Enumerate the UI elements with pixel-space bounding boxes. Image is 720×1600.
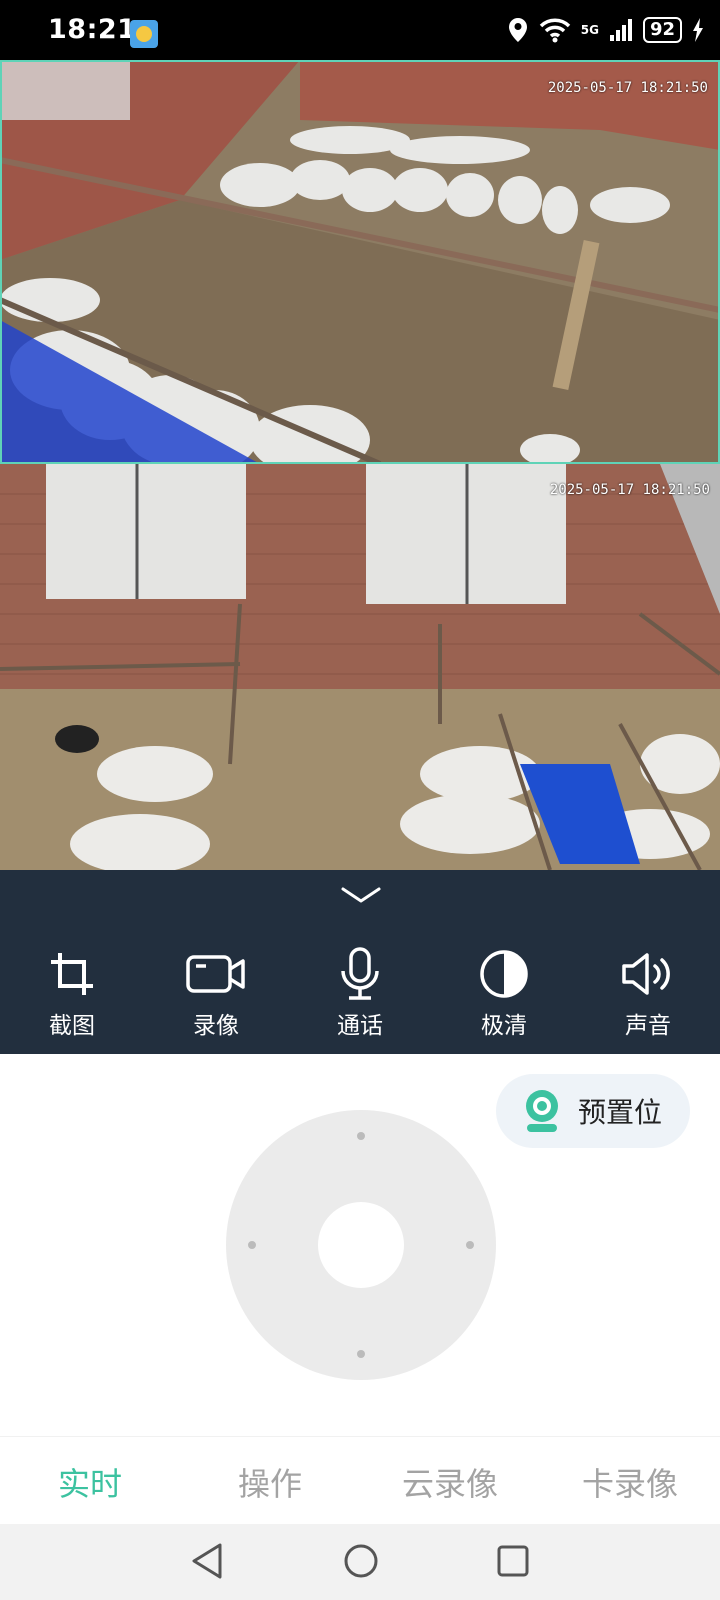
chevron-down-icon[interactable] xyxy=(340,884,382,906)
webcam-icon xyxy=(526,1090,558,1132)
camera-feed-2[interactable]: 2025-05-17 18:21:50 xyxy=(0,464,720,870)
screenshot-button[interactable]: 截图 xyxy=(27,946,117,1040)
system-nav-bar xyxy=(0,1524,720,1600)
status-icons: 5G 92 xyxy=(507,14,704,46)
signal-icon xyxy=(609,19,632,41)
record-button[interactable]: 录像 xyxy=(171,946,261,1040)
network-type: 5G xyxy=(580,23,599,37)
sound-button[interactable]: 声音 xyxy=(603,946,693,1040)
camera-2-timestamp: 2025-05-17 18:21:50 xyxy=(549,482,710,498)
wifi-icon xyxy=(539,18,570,43)
back-icon[interactable] xyxy=(190,1542,224,1580)
ptz-center[interactable] xyxy=(318,1202,404,1288)
quality-label: 极清 xyxy=(481,1013,527,1039)
bottom-tabs: 实时 操作 云录像 卡录像 xyxy=(0,1436,720,1525)
battery-level: 92 xyxy=(642,17,682,43)
record-label: 录像 xyxy=(193,1013,239,1039)
sound-label: 声音 xyxy=(625,1013,671,1039)
tab-card-recording[interactable]: 卡录像 xyxy=(540,1459,720,1505)
location-icon xyxy=(508,18,527,42)
ptz-down-dot[interactable] xyxy=(357,1350,365,1358)
recents-icon[interactable] xyxy=(496,1542,530,1580)
quality-button[interactable]: 极清 xyxy=(459,946,549,1040)
camera-feed-2-image xyxy=(0,464,720,870)
tab-cloud-recording[interactable]: 云录像 xyxy=(360,1459,540,1505)
status-time: 18:21 xyxy=(48,14,137,45)
camera-feed-1[interactable]: 2025-05-17 18:21:50 xyxy=(0,60,720,464)
camera-feed-1-image xyxy=(2,62,718,462)
preset-button[interactable]: 预置位 xyxy=(496,1074,690,1148)
microphone-icon xyxy=(341,947,379,1000)
home-icon[interactable] xyxy=(343,1542,379,1580)
camera-1-timestamp: 2025-05-17 18:21:50 xyxy=(547,80,708,96)
charging-icon xyxy=(693,18,703,42)
tab-operation[interactable]: 操作 xyxy=(180,1459,360,1505)
screenshot-label: 截图 xyxy=(49,1013,95,1039)
ptz-left-dot[interactable] xyxy=(248,1241,256,1249)
contrast-icon xyxy=(480,950,528,998)
talk-button[interactable]: 通话 xyxy=(315,946,405,1040)
preset-label: 预置位 xyxy=(578,1096,663,1129)
video-camera-icon xyxy=(186,955,245,993)
weather-icon xyxy=(130,20,158,48)
talk-label: 通话 xyxy=(337,1013,383,1039)
crop-icon xyxy=(51,953,93,995)
status-bar: 18:21 5G 92 xyxy=(0,0,720,60)
speaker-icon xyxy=(622,953,670,995)
control-bar: 截图 录像 通话 极清 声音 xyxy=(0,870,720,1054)
ptz-right-dot[interactable] xyxy=(466,1241,474,1249)
tab-live[interactable]: 实时 xyxy=(0,1459,180,1505)
ptz-up-dot[interactable] xyxy=(357,1132,365,1140)
ptz-joystick[interactable] xyxy=(226,1110,496,1380)
